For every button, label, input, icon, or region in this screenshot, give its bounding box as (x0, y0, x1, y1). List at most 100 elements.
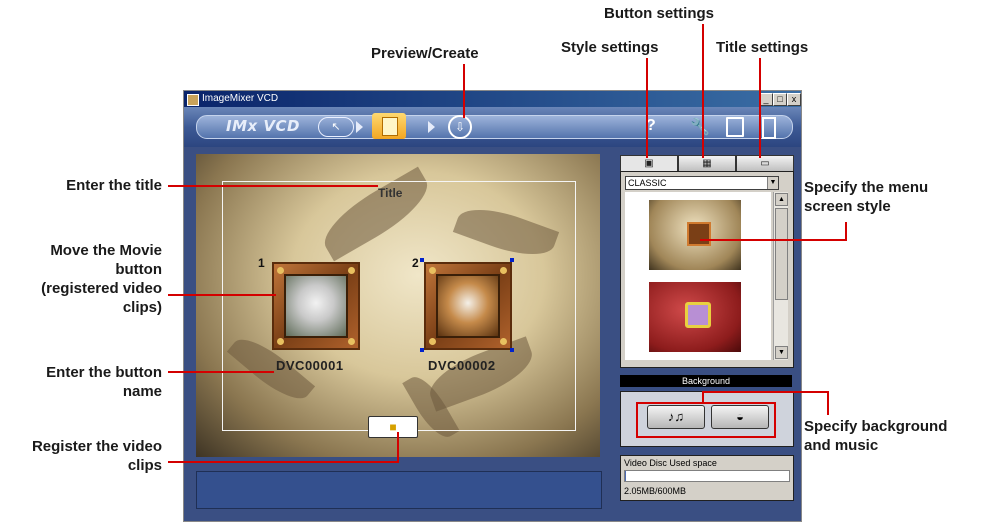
style-button-preview (687, 222, 711, 246)
rivet-icon (348, 338, 355, 345)
callout-menu-style-line1: Specify the menu (804, 179, 929, 196)
save-disk-icon[interactable] (726, 117, 744, 137)
callout-register-line1: Register the video (31, 438, 162, 455)
app-icon (187, 94, 199, 106)
callout-move-movie-line2: button (115, 261, 162, 278)
callout-highlight-box (636, 402, 776, 438)
callout-button-settings: Button settings (604, 5, 714, 22)
minimize-button[interactable]: _ (759, 93, 773, 106)
callout-move-movie-line1: Move the Movie (50, 242, 162, 259)
register-folder-button[interactable]: ■ (368, 416, 418, 438)
selection-handle[interactable] (510, 348, 514, 352)
rivet-icon (429, 338, 436, 345)
background-label: Background (620, 375, 792, 387)
scroll-up-icon[interactable]: ▲ (775, 193, 788, 206)
callout-line (168, 461, 398, 463)
callout-enter-button-name-line1: Enter the button (46, 364, 162, 381)
style-thumbnail-classic[interactable] (649, 200, 741, 270)
callout-bg-music: Specify background and music (804, 417, 947, 455)
app-logo: IMx VCD (226, 117, 300, 135)
menu-list-icon (382, 117, 398, 136)
button-number: 1 (258, 256, 265, 270)
settings-wrench-icon[interactable]: 🔧 (690, 117, 710, 137)
callout-line (646, 58, 648, 158)
callout-line (397, 432, 399, 463)
disc-usage-bar (624, 470, 790, 482)
style-list-scrollbar[interactable]: ▲ ▼ (773, 192, 788, 360)
exit-door-icon[interactable] (762, 117, 776, 139)
disc-usage-label: Video Disc Used space (624, 458, 717, 468)
callout-move-movie: Move the Movie button (registered video … (41, 241, 162, 317)
rivet-icon (500, 338, 507, 345)
app-window: ImageMixer VCD _ □ x IMx VCD ↖ ⇩ ? 🔧 Tit… (183, 90, 802, 522)
selection-handle[interactable] (510, 258, 514, 262)
callout-move-movie-line4: clips) (122, 299, 162, 316)
movie-button-1[interactable] (272, 262, 360, 350)
callout-style-settings: Style settings (561, 39, 659, 56)
callout-menu-style-line2: screen style (804, 198, 891, 215)
callout-enter-button-name: Enter the button name (46, 363, 162, 401)
callout-title-settings: Title settings (716, 39, 809, 56)
style-button-preview (685, 302, 711, 328)
tab-button-settings[interactable]: ▦ (678, 155, 736, 172)
callout-enter-title: Enter the title (66, 177, 162, 194)
menu-step-icon[interactable] (372, 113, 406, 139)
callout-bg-music-line2: and music (804, 437, 879, 454)
step-arrow-icon (356, 121, 363, 133)
callout-line (759, 58, 761, 158)
window-title: ImageMixer VCD (202, 93, 279, 104)
rivet-icon (348, 267, 355, 274)
callout-bg-music-line1: Specify background (804, 418, 948, 435)
callout-line (168, 294, 276, 296)
close-button[interactable]: x (787, 93, 801, 106)
selection-handle[interactable] (420, 258, 424, 262)
callout-line (463, 64, 465, 118)
callout-line (702, 24, 704, 158)
rivet-icon (500, 267, 507, 274)
callout-enter-button-name-line2: name (122, 383, 162, 400)
selection-handle[interactable] (420, 348, 424, 352)
style-panel: CLASSIC ▼ ▲ ▼ (620, 171, 794, 368)
register-step-icon[interactable]: ↖ (318, 117, 354, 137)
rivet-icon (277, 338, 284, 345)
callout-move-movie-line3: (registered video (41, 280, 162, 297)
callout-line (700, 239, 846, 241)
scroll-thumb[interactable] (775, 208, 788, 300)
settings-pane: ▣ ▦ ▭ CLASSIC ▼ ▲ ▼ Background ♪♫ ◒ Vide… (614, 151, 796, 517)
rivet-icon (277, 267, 284, 274)
dog-thumbnail (436, 274, 500, 338)
callout-line (168, 371, 274, 373)
style-dropdown-value: CLASSIC (628, 178, 667, 188)
style-list (625, 192, 771, 360)
chevron-down-icon[interactable]: ▼ (767, 177, 778, 189)
tab-style-settings[interactable]: ▣ (620, 155, 678, 172)
callout-register: Register the video clips (32, 437, 162, 475)
menu-title-text[interactable]: Title (378, 186, 402, 200)
title-bar: ImageMixer VCD _ □ x (184, 91, 801, 107)
folder-icon: ■ (389, 420, 397, 434)
button-name-1[interactable]: DVC00001 (276, 358, 344, 373)
menu-preview-canvas: Title 1 DVC00001 2 DVC00002 ■ (196, 154, 600, 457)
preview-create-icon[interactable]: ⇩ (448, 115, 472, 139)
callout-menu-style: Specify the menu screen style (804, 178, 928, 216)
maximize-button[interactable]: □ (773, 93, 787, 106)
message-area (196, 471, 602, 509)
callout-line (827, 391, 829, 415)
disc-usage-fill (625, 471, 626, 481)
rivet-icon (429, 267, 436, 274)
callout-line (168, 185, 378, 187)
disc-usage-panel: Video Disc Used space 2.05MB/600MB (620, 455, 794, 501)
callout-preview-create: Preview/Create (371, 45, 479, 62)
disc-usage-value: 2.05MB/600MB (624, 486, 687, 496)
callout-line (845, 222, 847, 241)
style-dropdown[interactable]: CLASSIC ▼ (625, 176, 779, 190)
style-thumbnail-red[interactable] (649, 282, 741, 352)
step-arrow-icon (428, 121, 435, 133)
scroll-down-icon[interactable]: ▼ (775, 346, 788, 359)
callout-register-line2: clips (127, 457, 162, 474)
button-name-2[interactable]: DVC00002 (428, 358, 496, 373)
toolbar: IMx VCD ↖ ⇩ ? 🔧 (184, 107, 801, 147)
cat-thumbnail (284, 274, 348, 338)
tab-title-settings[interactable]: ▭ (736, 155, 794, 172)
movie-button-2[interactable] (424, 262, 512, 350)
